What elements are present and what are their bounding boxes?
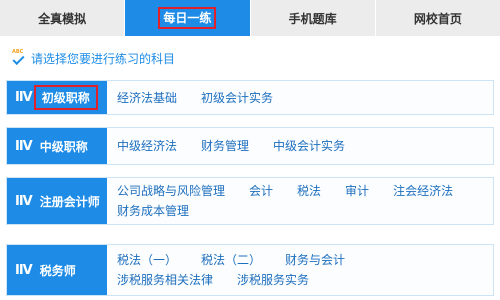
subject-link[interactable]: 中级经济法 bbox=[117, 136, 177, 156]
subject-link[interactable]: 中级会计实务 bbox=[273, 136, 345, 156]
category-title[interactable]: 初级职称 bbox=[33, 85, 98, 110]
subject-link[interactable]: 经济法基础 bbox=[117, 88, 177, 108]
subject-link[interactable]: 初级会计实务 bbox=[201, 88, 273, 108]
tab-label: 网校首页 bbox=[413, 11, 462, 26]
level-icon: IIV bbox=[15, 262, 33, 278]
subject-link[interactable]: 税法 bbox=[297, 181, 321, 201]
level-icon: IIV bbox=[15, 90, 33, 105]
top-tab-bar: 全真模拟 每日一练 手机题库 网校首页 bbox=[0, 0, 500, 36]
category-row-cpa: IIV 注册会计师 公司战略与风险管理 会计 税法 审计 注会经济法 财务成本管… bbox=[6, 177, 494, 225]
tab-mobile-question-bank[interactable]: 手机题库 bbox=[250, 0, 376, 36]
subject-link[interactable]: 税法（二） bbox=[201, 250, 261, 270]
level-icon: IIV bbox=[15, 193, 33, 209]
subject-list: 公司战略与风险管理 会计 税法 审计 注会经济法 财务成本管理 bbox=[117, 178, 487, 224]
tab-label: 手机题库 bbox=[288, 11, 337, 26]
tab-mock-exam[interactable]: 全真模拟 bbox=[0, 0, 126, 36]
tab-label: 每日一练 bbox=[158, 7, 217, 29]
category-row-junior: IIV 初级职称 经济法基础 初级会计实务 bbox=[6, 80, 494, 115]
subject-list: 经济法基础 初级会计实务 bbox=[117, 81, 487, 114]
subject-list: 中级经济法 财务管理 中级会计实务 bbox=[117, 128, 487, 164]
category-row-intermediate: IIV 中级职称 中级经济法 财务管理 中级会计实务 bbox=[6, 127, 494, 165]
category-row-tax-agent: IIV 税务师 税法（一） 税法（二） 财务与会计 涉税服务相关法律 涉税服务实… bbox=[6, 244, 494, 296]
category-header: IIV 中级职称 bbox=[7, 128, 107, 164]
tab-school-home[interactable]: 网校首页 bbox=[375, 0, 500, 36]
select-subject-prompt: ABC 请选择您要进行练习的科目 bbox=[12, 48, 175, 68]
category-header: IIV 税务师 bbox=[7, 245, 107, 295]
category-header: IIV 初级职称 bbox=[7, 81, 107, 114]
subject-link[interactable]: 财务成本管理 bbox=[117, 201, 189, 221]
subject-link[interactable]: 会计 bbox=[249, 181, 273, 201]
tab-label: 全真模拟 bbox=[38, 11, 87, 26]
subject-link[interactable]: 财务管理 bbox=[201, 136, 249, 156]
subject-list: 税法（一） 税法（二） 财务与会计 涉税服务相关法律 涉税服务实务 bbox=[117, 245, 487, 295]
category-title[interactable]: 注册会计师 bbox=[40, 193, 100, 210]
subject-link[interactable]: 审计 bbox=[345, 181, 369, 201]
subject-link[interactable]: 注会经济法 bbox=[393, 181, 453, 201]
tab-daily-practice[interactable]: 每日一练 bbox=[125, 0, 251, 36]
category-title[interactable]: 税务师 bbox=[40, 262, 76, 279]
subject-link[interactable]: 税法（一） bbox=[117, 250, 177, 270]
category-title[interactable]: 中级职称 bbox=[40, 138, 88, 155]
abc-check-icon: ABC bbox=[12, 49, 27, 66]
subject-link[interactable]: 涉税服务实务 bbox=[237, 270, 309, 290]
subject-link[interactable]: 财务与会计 bbox=[285, 250, 345, 270]
subject-link[interactable]: 涉税服务相关法律 bbox=[117, 270, 213, 290]
category-header: IIV 注册会计师 bbox=[7, 178, 107, 224]
subject-link[interactable]: 公司战略与风险管理 bbox=[117, 181, 225, 201]
level-icon: IIV bbox=[15, 138, 33, 154]
prompt-text: 请选择您要进行练习的科目 bbox=[31, 51, 176, 66]
